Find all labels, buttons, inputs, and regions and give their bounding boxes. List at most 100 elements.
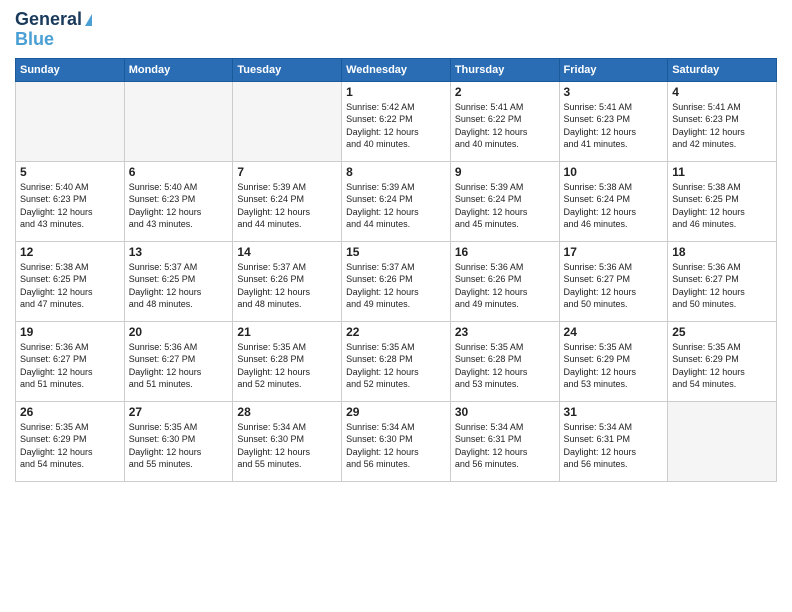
day-header-saturday: Saturday	[668, 58, 777, 81]
day-number: 22	[346, 325, 446, 339]
calendar-cell: 16 Sunrise: 5:36 AM Sunset: 6:26 PM Dayli…	[450, 241, 559, 321]
calendar-cell: 13Sunrise: 5:37 AM Sunset: 6:25 PM Dayli…	[124, 241, 233, 321]
calendar-week-2: 5Sunrise: 5:40 AM Sunset: 6:23 PM Daylig…	[16, 161, 777, 241]
day-info: Sunrise: 5:38 AM Sunset: 6:25 PM Dayligh…	[20, 261, 120, 311]
calendar-table: SundayMondayTuesdayWednesdayThursdayFrid…	[15, 58, 777, 482]
day-number: 2	[455, 85, 555, 99]
day-info: Sunrise: 5:39 AM Sunset: 6:24 PM Dayligh…	[346, 181, 446, 231]
day-number: 28	[237, 405, 337, 419]
day-info: Sunrise: 5:41 AM Sunset: 6:23 PM Dayligh…	[672, 101, 772, 151]
calendar-cell: 4Sunrise: 5:41 AM Sunset: 6:23 PM Daylig…	[668, 81, 777, 161]
day-info: Sunrise: 5:34 AM Sunset: 6:30 PM Dayligh…	[237, 421, 337, 471]
calendar-cell: 11 Sunrise: 5:38 AM Sunset: 6:25 PM Dayli…	[668, 161, 777, 241]
calendar-cell: 3 Sunrise: 5:41 AM Sunset: 6:23 PM Daylig…	[559, 81, 668, 161]
calendar-cell: 9 Sunrise: 5:39 AM Sunset: 6:24 PM Daylig…	[450, 161, 559, 241]
calendar-cell: 5Sunrise: 5:40 AM Sunset: 6:23 PM Daylig…	[16, 161, 125, 241]
day-number: 30	[455, 405, 555, 419]
day-number: 9	[455, 165, 555, 179]
day-info: Sunrise: 5:38 AM Sunset: 6:25 PM Dayligh…	[672, 181, 772, 231]
day-info: Sunrise: 5:36 AM Sunset: 6:26 PM Dayligh…	[455, 261, 555, 311]
day-info: Sunrise: 5:35 AM Sunset: 6:29 PM Dayligh…	[20, 421, 120, 471]
day-info: Sunrise: 5:35 AM Sunset: 6:29 PM Dayligh…	[564, 341, 664, 391]
day-header-wednesday: Wednesday	[342, 58, 451, 81]
day-info: Sunrise: 5:42 AM Sunset: 6:22 PM Dayligh…	[346, 101, 446, 151]
day-info: Sunrise: 5:40 AM Sunset: 6:23 PM Dayligh…	[20, 181, 120, 231]
day-header-sunday: Sunday	[16, 58, 125, 81]
day-info: Sunrise: 5:38 AM Sunset: 6:24 PM Dayligh…	[564, 181, 664, 231]
day-number: 18	[672, 245, 772, 259]
day-number: 3	[564, 85, 664, 99]
day-info: Sunrise: 5:34 AM Sunset: 6:30 PM Dayligh…	[346, 421, 446, 471]
calendar-week-4: 19 Sunrise: 5:36 AM Sunset: 6:27 PM Dayli…	[16, 321, 777, 401]
day-number: 12	[20, 245, 120, 259]
calendar-cell: 12 Sunrise: 5:38 AM Sunset: 6:25 PM Dayli…	[16, 241, 125, 321]
calendar-cell: 6Sunrise: 5:40 AM Sunset: 6:23 PM Daylig…	[124, 161, 233, 241]
day-number: 19	[20, 325, 120, 339]
day-number: 16	[455, 245, 555, 259]
calendar-header-row: SundayMondayTuesdayWednesdayThursdayFrid…	[16, 58, 777, 81]
calendar-cell: 19 Sunrise: 5:36 AM Sunset: 6:27 PM Dayli…	[16, 321, 125, 401]
calendar-cell: 31Sunrise: 5:34 AM Sunset: 6:31 PM Dayli…	[559, 401, 668, 481]
day-header-tuesday: Tuesday	[233, 58, 342, 81]
day-number: 7	[237, 165, 337, 179]
day-info: Sunrise: 5:39 AM Sunset: 6:24 PM Dayligh…	[455, 181, 555, 231]
day-info: Sunrise: 5:34 AM Sunset: 6:31 PM Dayligh…	[455, 421, 555, 471]
day-info: Sunrise: 5:35 AM Sunset: 6:28 PM Dayligh…	[346, 341, 446, 391]
calendar-cell	[16, 81, 125, 161]
day-info: Sunrise: 5:36 AM Sunset: 6:27 PM Dayligh…	[672, 261, 772, 311]
main-container: General Blue SundayMondayTuesdayWednesda…	[0, 0, 792, 492]
day-number: 17	[564, 245, 664, 259]
day-info: Sunrise: 5:36 AM Sunset: 6:27 PM Dayligh…	[129, 341, 229, 391]
header: General Blue	[15, 10, 777, 50]
day-number: 29	[346, 405, 446, 419]
day-info: Sunrise: 5:35 AM Sunset: 6:29 PM Dayligh…	[672, 341, 772, 391]
day-header-thursday: Thursday	[450, 58, 559, 81]
calendar-cell: 26 Sunrise: 5:35 AM Sunset: 6:29 PM Dayli…	[16, 401, 125, 481]
day-info: Sunrise: 5:37 AM Sunset: 6:26 PM Dayligh…	[237, 261, 337, 311]
day-number: 6	[129, 165, 229, 179]
calendar-cell: 2 Sunrise: 5:41 AM Sunset: 6:22 PM Daylig…	[450, 81, 559, 161]
day-header-friday: Friday	[559, 58, 668, 81]
day-number: 31	[564, 405, 664, 419]
calendar-cell	[124, 81, 233, 161]
calendar-cell: 1 Sunrise: 5:42 AM Sunset: 6:22 PM Daylig…	[342, 81, 451, 161]
day-info: Sunrise: 5:41 AM Sunset: 6:22 PM Dayligh…	[455, 101, 555, 151]
day-number: 8	[346, 165, 446, 179]
day-info: Sunrise: 5:35 AM Sunset: 6:30 PM Dayligh…	[129, 421, 229, 471]
day-number: 1	[346, 85, 446, 99]
calendar-cell: 8 Sunrise: 5:39 AM Sunset: 6:24 PM Daylig…	[342, 161, 451, 241]
day-info: Sunrise: 5:37 AM Sunset: 6:26 PM Dayligh…	[346, 261, 446, 311]
day-number: 11	[672, 165, 772, 179]
calendar-cell: 24 Sunrise: 5:35 AM Sunset: 6:29 PM Dayli…	[559, 321, 668, 401]
day-info: Sunrise: 5:36 AM Sunset: 6:27 PM Dayligh…	[20, 341, 120, 391]
calendar-cell: 29 Sunrise: 5:34 AM Sunset: 6:30 PM Dayli…	[342, 401, 451, 481]
calendar-cell: 18 Sunrise: 5:36 AM Sunset: 6:27 PM Dayli…	[668, 241, 777, 321]
day-number: 10	[564, 165, 664, 179]
day-number: 23	[455, 325, 555, 339]
day-number: 27	[129, 405, 229, 419]
day-info: Sunrise: 5:37 AM Sunset: 6:25 PM Dayligh…	[129, 261, 229, 311]
calendar-cell: 10 Sunrise: 5:38 AM Sunset: 6:24 PM Dayli…	[559, 161, 668, 241]
day-number: 26	[20, 405, 120, 419]
day-info: Sunrise: 5:36 AM Sunset: 6:27 PM Dayligh…	[564, 261, 664, 311]
calendar-cell: 30 Sunrise: 5:34 AM Sunset: 6:31 PM Dayli…	[450, 401, 559, 481]
calendar-week-5: 26 Sunrise: 5:35 AM Sunset: 6:29 PM Dayli…	[16, 401, 777, 481]
calendar-cell: 27 Sunrise: 5:35 AM Sunset: 6:30 PM Dayli…	[124, 401, 233, 481]
calendar-cell: 17 Sunrise: 5:36 AM Sunset: 6:27 PM Dayli…	[559, 241, 668, 321]
calendar-cell: 20 Sunrise: 5:36 AM Sunset: 6:27 PM Dayli…	[124, 321, 233, 401]
calendar-cell: 25 Sunrise: 5:35 AM Sunset: 6:29 PM Dayli…	[668, 321, 777, 401]
logo-text-blue: Blue	[15, 29, 54, 49]
day-info: Sunrise: 5:35 AM Sunset: 6:28 PM Dayligh…	[237, 341, 337, 391]
logo: General Blue	[15, 10, 92, 50]
day-number: 20	[129, 325, 229, 339]
calendar-cell: 14 Sunrise: 5:37 AM Sunset: 6:26 PM Dayli…	[233, 241, 342, 321]
calendar-cell: 7Sunrise: 5:39 AM Sunset: 6:24 PM Daylig…	[233, 161, 342, 241]
day-number: 24	[564, 325, 664, 339]
day-number: 21	[237, 325, 337, 339]
day-number: 14	[237, 245, 337, 259]
calendar-week-3: 12 Sunrise: 5:38 AM Sunset: 6:25 PM Dayli…	[16, 241, 777, 321]
day-info: Sunrise: 5:41 AM Sunset: 6:23 PM Dayligh…	[564, 101, 664, 151]
day-number: 25	[672, 325, 772, 339]
calendar-cell	[233, 81, 342, 161]
day-info: Sunrise: 5:35 AM Sunset: 6:28 PM Dayligh…	[455, 341, 555, 391]
